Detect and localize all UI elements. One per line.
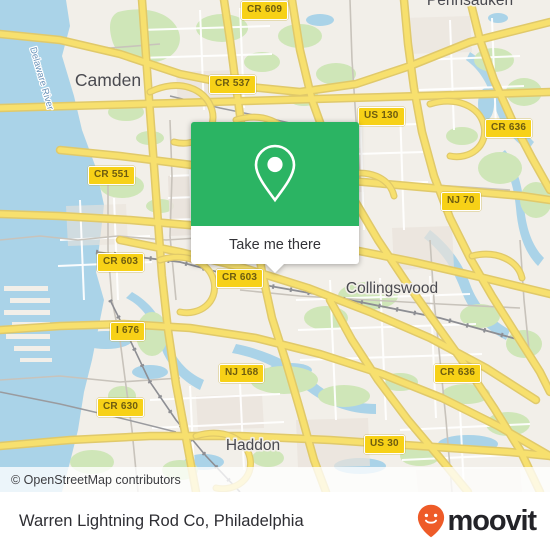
- road-shield-cr636-south: CR 636: [434, 364, 482, 383]
- place-card[interactable]: Take me there: [191, 122, 359, 273]
- map-attribution[interactable]: © OpenStreetMap contributors: [0, 467, 550, 492]
- place-card-action[interactable]: Take me there: [191, 226, 359, 273]
- road-shield-us30: US 30: [364, 435, 405, 454]
- road-shield-cr551: CR 551: [88, 166, 136, 185]
- moovit-smiley-pin-icon: [417, 504, 444, 538]
- road-shield-cr609: CR 609: [241, 1, 289, 20]
- place-card-pointer: [265, 263, 285, 273]
- city-label-collingswood: Collingswood: [346, 280, 438, 297]
- city-label-pennsauken: Pennsauken: [427, 0, 513, 9]
- road-shield-nj70: NJ 70: [441, 192, 481, 211]
- road-shield-cr603-west: CR 603: [97, 253, 145, 272]
- map-screenshot-root: Camden Pennsauken Collingswood Haddon De…: [0, 0, 550, 550]
- map-pin-icon: [254, 144, 296, 203]
- page-title: Warren Lightning Rod Co, Philadelphia: [19, 511, 304, 530]
- road-shield-us130: US 130: [358, 107, 405, 126]
- moovit-logo[interactable]: moovit: [417, 504, 538, 538]
- road-shield-cr630: CR 630: [97, 398, 145, 417]
- map-canvas[interactable]: Camden Pennsauken Collingswood Haddon De…: [0, 0, 550, 492]
- moovit-wordmark: moovit: [447, 504, 538, 537]
- attribution-text: © OpenStreetMap contributors: [11, 472, 181, 487]
- place-card-image: [191, 122, 359, 226]
- city-label-haddon: Haddon: [226, 437, 280, 454]
- road-shield-nj168: NJ 168: [219, 364, 265, 383]
- road-shield-cr636-north: CR 636: [485, 119, 533, 138]
- footer-bar: Warren Lightning Rod Co, Philadelphia mo…: [0, 492, 550, 550]
- road-shield-cr603-east: CR 603: [216, 269, 264, 288]
- place-card-action-label: Take me there: [229, 237, 321, 253]
- road-shield-i676: I 676: [110, 322, 146, 341]
- city-label-camden: Camden: [75, 70, 141, 90]
- road-shield-cr537: CR 537: [209, 75, 257, 94]
